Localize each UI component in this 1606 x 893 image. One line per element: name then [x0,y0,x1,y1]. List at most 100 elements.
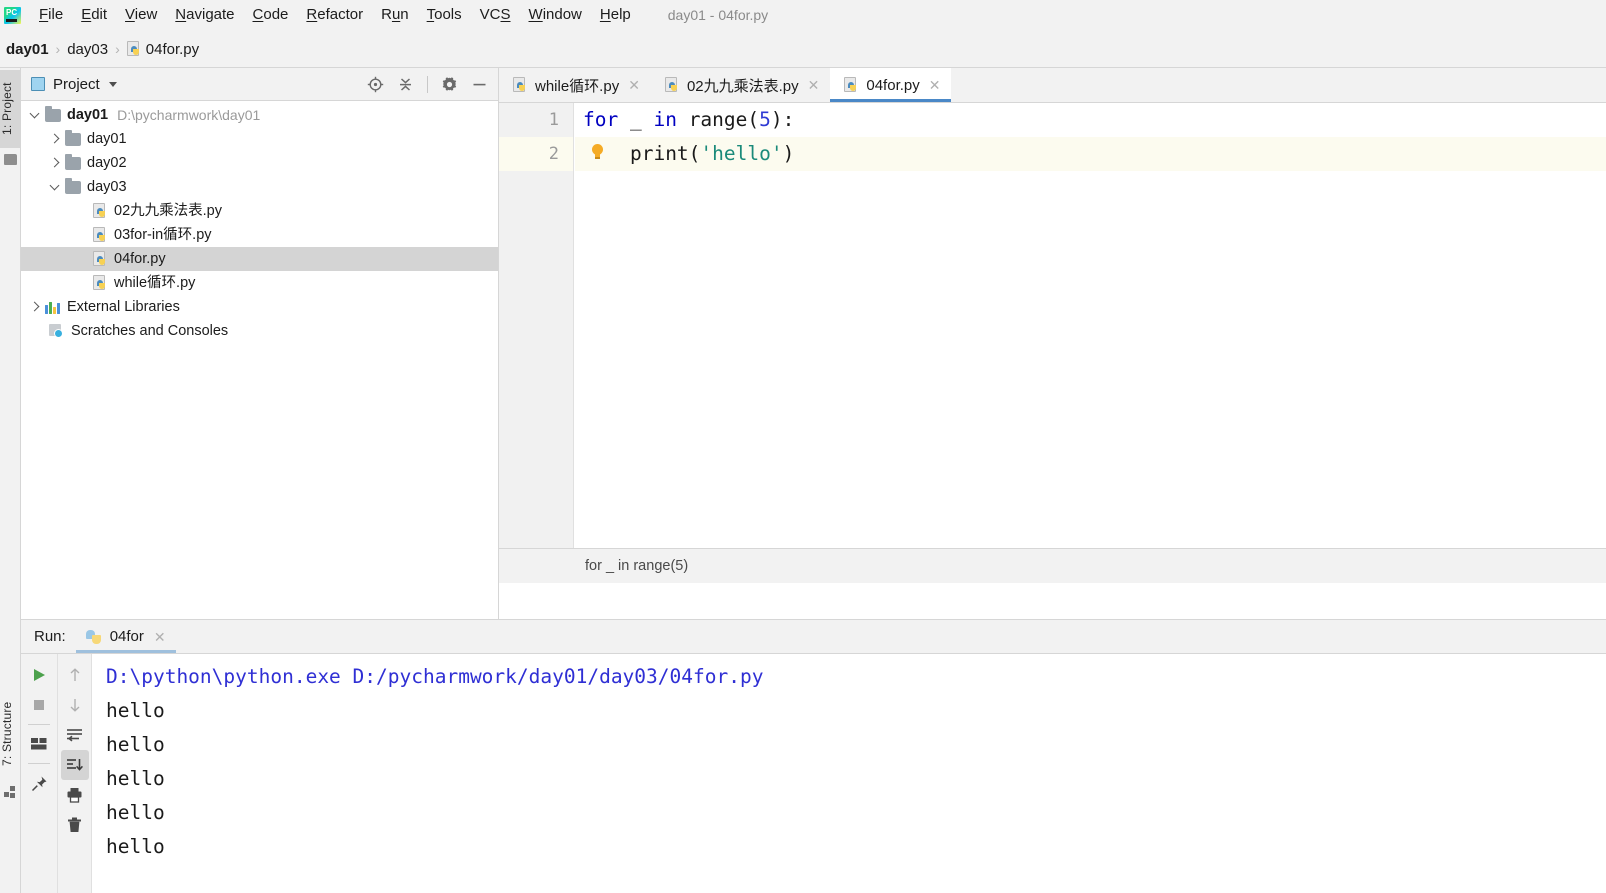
pycharm-window: PC File Edit View Navigate Code Refactor… [0,0,1606,893]
python-file-icon [126,41,142,57]
breadcrumb-item-1[interactable]: day03 [67,41,108,58]
loop-var: _ [618,108,654,131]
close-paren: ) [770,108,783,131]
minimize-icon[interactable] [471,76,488,93]
folder-icon [45,105,61,122]
sidebar-item-project[interactable]: 1: Project [0,70,21,148]
project-tree[interactable]: day01 D:\pycharmwork\day01 day01 day02 d… [21,101,498,343]
tree-path: D:\pycharmwork\day01 [117,107,261,123]
tree-row-day02[interactable]: day02 [21,151,498,175]
editor-tab-multiplication-table[interactable]: 02九九乘法表.py ✕ [651,68,830,102]
tree-row-file-1[interactable]: 03for-in循环.py [21,223,498,247]
tree-label: 02九九乘法表.py [114,203,222,219]
editor-tab-04for[interactable]: 04for.py ✕ [830,68,952,102]
scroll-to-end-icon[interactable] [60,750,89,780]
tree-row-file-2-selected[interactable]: 04for.py [21,247,498,271]
breadcrumb: day01 › day03 › 04for.py [0,31,1606,68]
chevron-right-icon[interactable] [47,155,63,171]
toolbar-divider [427,75,428,93]
structure-icon [4,786,17,799]
keyword-for: for [583,108,619,131]
menu-view[interactable]: View [116,3,166,28]
rerun-icon[interactable] [25,660,53,690]
scratches-icon [49,324,65,338]
open-paren: ( [747,108,760,131]
close-icon[interactable]: ✕ [808,78,820,92]
run-panel-label: Run: [34,628,66,645]
tree-row-file-0[interactable]: 02九九乘法表.py [21,199,498,223]
arrow-up-icon[interactable] [61,660,89,690]
soft-wrap-icon[interactable] [61,720,89,750]
sidebar-item-structure[interactable]: 7: Structure [0,688,21,780]
fn-range: range [676,108,748,131]
line-number: 1 [548,110,559,130]
editor-tab-while[interactable]: while循环.py ✕ [499,68,651,102]
code-editor[interactable]: 1 2 for _ in range(5): print('hello') fo… [499,103,1606,583]
close-icon[interactable]: ✕ [929,78,941,92]
tree-row-day03[interactable]: day03 [21,175,498,199]
menu-vcs[interactable]: VCS [471,3,520,28]
string-literal: 'hello' [700,142,783,165]
run-console-output[interactable]: D:\python\python.exe D:/pycharmwork/day0… [92,654,1606,893]
locate-icon[interactable] [367,76,384,93]
chevron-down-icon[interactable] [47,179,63,195]
toolbar-divider [28,724,50,725]
menu-window[interactable]: Window [520,3,591,28]
pycharm-logo-icon: PC [4,6,21,24]
toolbar-divider [28,763,50,764]
folder-icon [65,177,81,194]
pin-icon[interactable] [25,768,53,798]
trash-icon[interactable] [61,810,89,840]
close-icon[interactable]: ✕ [628,78,640,92]
gear-icon[interactable] [441,76,458,93]
menu-refactor[interactable]: Refactor [297,3,372,28]
menu-help[interactable]: Help [591,3,640,28]
python-file-icon [93,227,108,243]
open-paren: ( [688,142,701,165]
tree-label: External Libraries [67,299,180,315]
menu-navigate[interactable]: Navigate [166,3,243,28]
tree-row-file-3[interactable]: while循环.py [21,271,498,295]
chevron-right-icon[interactable] [47,131,63,147]
stop-icon[interactable] [25,690,53,720]
print-icon[interactable] [61,780,89,810]
console-line-command: D:\python\python.exe D:/pycharmwork/day0… [106,665,764,688]
run-panel-header: Run: 04for ✕ [21,619,1606,654]
tree-label: day01 [87,131,127,147]
run-tab-04for[interactable]: 04for ✕ [75,620,176,653]
lightbulb-icon[interactable] [591,144,604,162]
breadcrumb-item-0[interactable]: day01 [6,41,49,58]
tree-row-day01-root[interactable]: day01 D:\pycharmwork\day01 [21,103,498,127]
tree-label: Scratches and Consoles [71,323,229,339]
editor-status-breadcrumb-label: for _ in range(5) [585,558,689,574]
menu-code[interactable]: Code [244,3,298,28]
code-line-2[interactable]: print('hello') [575,137,1606,171]
editor-gutter[interactable]: 1 2 [499,103,574,583]
layout-icon[interactable] [25,729,53,759]
tree-row-external-libraries[interactable]: External Libraries [21,295,498,319]
code-line-1[interactable]: for _ in range(5): [575,103,1606,137]
tree-row-scratches[interactable]: Scratches and Consoles [21,319,498,343]
project-panel: Project day01 D:\pycharmwork\day01 day01… [21,68,499,619]
libraries-icon [45,301,61,314]
chevron-down-icon[interactable] [27,107,43,123]
menu-run[interactable]: Run [372,3,418,28]
tree-row-day01[interactable]: day01 [21,127,498,151]
breadcrumb-item-2[interactable]: 04for.py [126,41,199,58]
folder-icon [65,129,81,146]
chevron-down-icon[interactable] [108,81,117,87]
collapse-all-icon[interactable] [397,76,414,93]
python-file-icon [93,275,108,291]
code-content[interactable]: for _ in range(5): print('hello') [575,103,1606,171]
editor-status-breadcrumb[interactable]: for _ in range(5) [499,548,1606,583]
editor-tab-bar: while循环.py ✕ 02九九乘法表.py ✕ 04for.py ✕ [499,68,1606,103]
sidebar-item-project-label: 1: Project [0,82,14,136]
close-icon[interactable]: ✕ [154,630,166,644]
menu-file[interactable]: File [30,3,72,28]
menu-edit[interactable]: Edit [72,3,116,28]
python-icon [85,629,102,645]
menu-tools[interactable]: Tools [418,3,471,28]
arrow-down-icon[interactable] [61,690,89,720]
chevron-right-icon[interactable] [27,299,43,315]
python-file-icon [844,77,859,93]
